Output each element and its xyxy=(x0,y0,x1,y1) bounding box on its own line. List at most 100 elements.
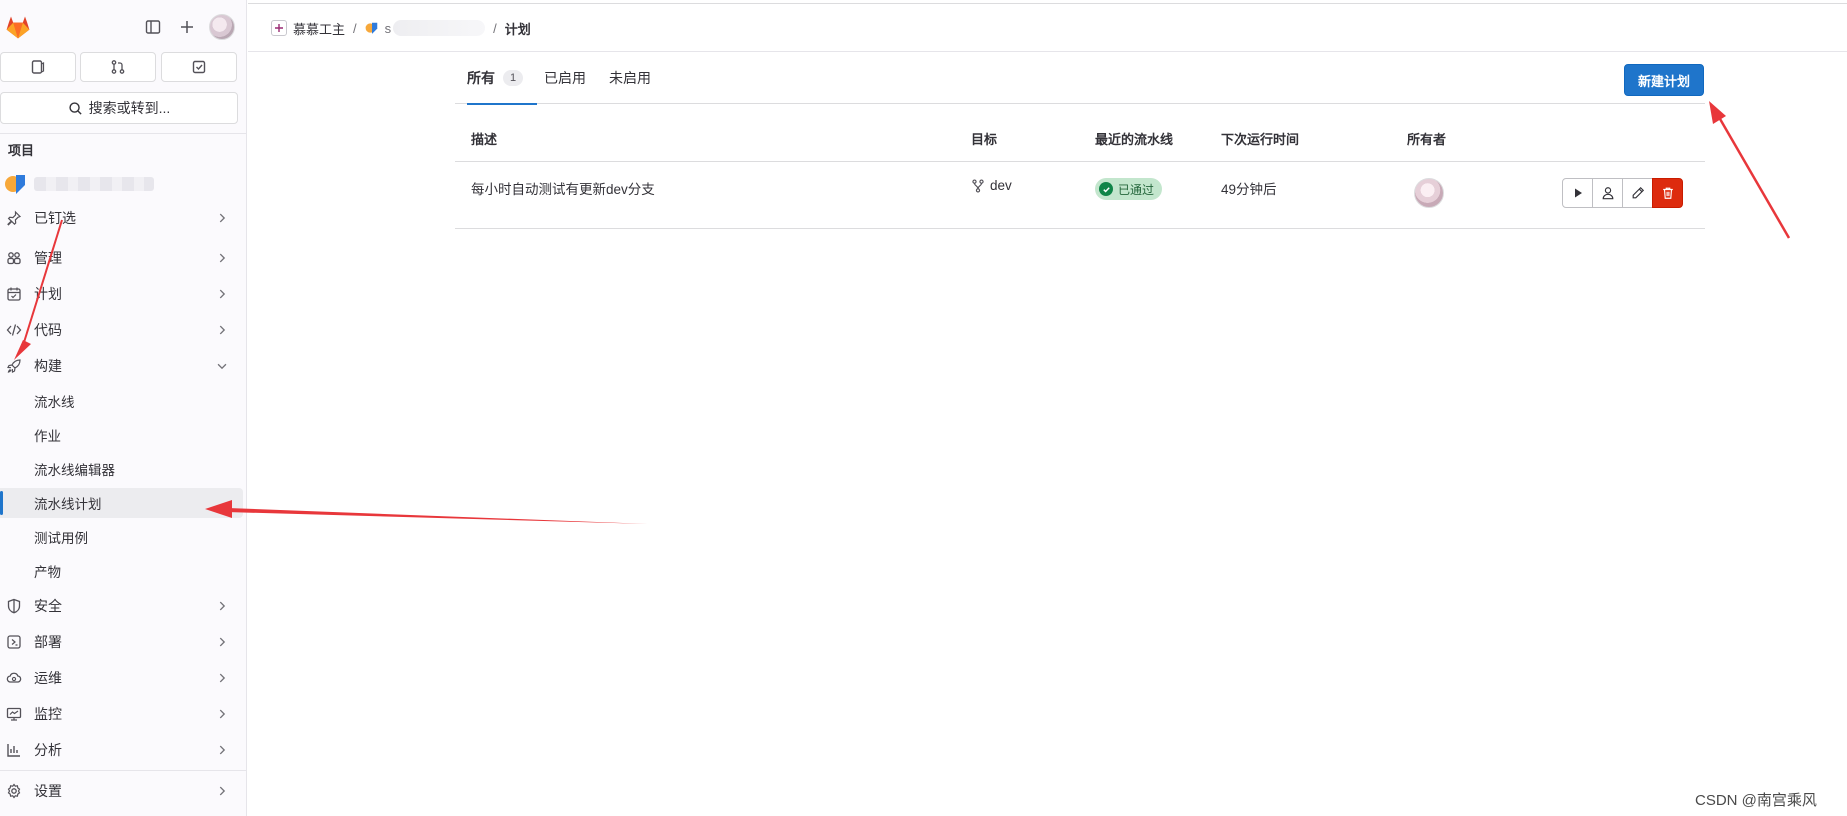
sidebar-item-label: 安全 xyxy=(34,598,62,614)
sidebar-item-monitor[interactable]: 监控 xyxy=(0,698,243,730)
sidebar-item-build[interactable]: 构建 xyxy=(0,350,243,382)
sidebar-item-label: 已钉选 xyxy=(34,210,76,226)
trash-icon xyxy=(1662,187,1673,199)
gitlab-logo-icon[interactable] xyxy=(4,13,32,41)
schedule-tabs: 所有 1 已启用 未启用 新建计划 xyxy=(455,52,1705,105)
sidebar-item-label: 运维 xyxy=(34,670,62,686)
gear-icon xyxy=(7,783,21,799)
quick-actions xyxy=(0,52,247,82)
merge-requests-button[interactable] xyxy=(80,52,156,82)
screen-icon xyxy=(6,707,22,721)
owner-avatar[interactable] xyxy=(1414,178,1444,208)
sidebar-subitem-label: 流水线 xyxy=(34,395,75,410)
sidebar-item-label: 管理 xyxy=(34,250,62,266)
search-icon xyxy=(69,101,82,115)
monitor-cloud-icon xyxy=(6,672,22,683)
arrow-to-new-schedule xyxy=(1709,101,1791,239)
pin-icon xyxy=(7,210,22,226)
sidebar-item-pinned[interactable]: 已钉选 xyxy=(0,202,243,234)
sidebar-subitem-label: 产物 xyxy=(34,565,61,580)
chevron-down-icon xyxy=(217,363,227,370)
sidebar-subitem-label: 测试用例 xyxy=(34,531,88,546)
user-avatar[interactable] xyxy=(209,14,235,40)
project-avatar-icon xyxy=(365,22,377,34)
breadcrumb-project-link[interactable]: s xyxy=(385,20,486,36)
sidebar-item-label: 计划 xyxy=(34,286,62,302)
pencil-icon xyxy=(1632,186,1644,199)
chevron-right-icon xyxy=(219,786,226,796)
breadcrumb: 慕慕工主 / s / 计划 xyxy=(271,19,531,37)
column-header-target: 目标 xyxy=(971,132,998,147)
sidebar-subitem-test-cases[interactable]: 测试用例 xyxy=(0,522,243,552)
tab-all[interactable]: 所有 1 xyxy=(467,52,537,105)
delete-schedule-button[interactable] xyxy=(1652,178,1683,208)
chevron-right-icon xyxy=(219,601,226,611)
new-schedule-button[interactable]: 新建计划 xyxy=(1624,64,1704,96)
sidebar-section-heading: 项目 xyxy=(8,143,35,158)
users-icon xyxy=(7,252,21,265)
sidebar-subitem-pipeline-editor[interactable]: 流水线编辑器 xyxy=(0,454,243,484)
play-icon xyxy=(1574,188,1582,198)
sidebar-item-label: 设置 xyxy=(34,783,62,799)
pipeline-status-badge[interactable]: 已通过 xyxy=(1095,178,1163,200)
tab-label: 未启用 xyxy=(609,70,651,86)
sidebar-item-label: 代码 xyxy=(34,322,62,338)
chevron-right-icon xyxy=(219,709,226,719)
sidebar-subitem-artifacts[interactable]: 产物 xyxy=(0,556,243,586)
search-label: 搜索或转到... xyxy=(88,100,171,116)
tab-label: 已启用 xyxy=(544,70,586,86)
breadcrumb-current: 计划 xyxy=(504,21,531,37)
sidebar-subitem-jobs[interactable]: 作业 xyxy=(0,420,243,450)
tab-inactive[interactable]: 未启用 xyxy=(609,52,651,104)
todo-button[interactable] xyxy=(161,52,237,82)
sidebar-item-settings[interactable]: 设置 xyxy=(0,775,243,807)
column-header-next-run: 下次运行时间 xyxy=(1221,132,1300,147)
edit-schedule-button[interactable] xyxy=(1622,178,1653,208)
check-circle-icon xyxy=(1099,182,1113,196)
table-header-divider xyxy=(455,161,1705,162)
breadcrumb-separator: / xyxy=(493,20,497,36)
sidebar-subitem-pipeline-schedules[interactable]: 流水线计划 xyxy=(0,488,243,518)
target-branch-name: dev xyxy=(990,178,1012,193)
issues-icon xyxy=(31,60,45,74)
sidebar-item-manage[interactable]: 管理 xyxy=(0,242,243,274)
sidebar-project-link[interactable] xyxy=(4,172,244,196)
sidebar-item-plan[interactable]: 计划 xyxy=(0,278,243,310)
chevron-right-icon xyxy=(219,325,226,335)
chevron-right-icon xyxy=(219,637,226,647)
chevron-right-icon xyxy=(219,213,226,223)
branch-icon xyxy=(972,178,984,193)
table-row-divider xyxy=(455,228,1705,229)
sidebar-item-security[interactable]: 安全 xyxy=(0,590,243,622)
column-header-description: 描述 xyxy=(471,132,498,147)
sidebar-item-deploy[interactable]: 部署 xyxy=(0,626,243,658)
shield-icon xyxy=(7,598,21,614)
run-schedule-button[interactable] xyxy=(1562,178,1593,208)
tab-count-badge: 1 xyxy=(503,69,523,86)
sidebar-item-analyze[interactable]: 分析 xyxy=(0,734,243,766)
create-new-icon[interactable] xyxy=(176,16,198,38)
breadcrumb-group-link[interactable]: 慕慕工主 xyxy=(293,19,345,38)
sidebar-subitem-pipelines[interactable]: 流水线 xyxy=(0,386,243,416)
sidebar-subitem-label: 作业 xyxy=(34,429,61,444)
deploy-icon xyxy=(7,635,21,649)
rocket-icon xyxy=(7,359,21,373)
chevron-right-icon xyxy=(219,253,226,263)
calendar-icon xyxy=(7,287,21,301)
sidebar-item-operate[interactable]: 运维 xyxy=(0,662,243,694)
column-header-last-pipeline: 最近的流水线 xyxy=(1095,132,1174,147)
sidebar-header xyxy=(0,10,247,46)
breadcrumb-separator: / xyxy=(353,20,357,36)
annotation-arrows xyxy=(14,101,1791,524)
sidebar-toggle-icon[interactable] xyxy=(142,16,164,38)
sidebar-subitem-label: 流水线编辑器 xyxy=(34,463,115,478)
issues-button[interactable] xyxy=(0,52,76,82)
sidebar-item-code[interactable]: 代码 xyxy=(0,314,243,346)
sidebar-item-label: 监控 xyxy=(34,706,62,722)
tab-active[interactable]: 已启用 xyxy=(544,52,586,104)
group-avatar-icon xyxy=(271,20,287,36)
schedule-description: 每小时自动测试有更新dev分支 xyxy=(471,182,655,197)
take-ownership-button[interactable] xyxy=(1592,178,1623,208)
schedule-target[interactable]: dev xyxy=(971,178,1012,193)
search-button[interactable]: 搜索或转到... xyxy=(0,92,238,124)
